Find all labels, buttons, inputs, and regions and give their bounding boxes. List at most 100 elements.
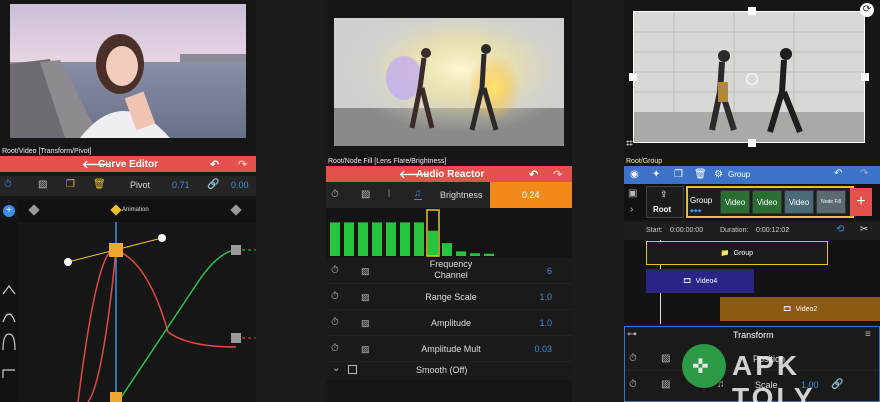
undo-icon[interactable]: ↶ [834, 168, 842, 179]
keyframe-marker-active[interactable] [110, 204, 122, 216]
add-node-button[interactable]: + [850, 188, 872, 216]
crop-icon[interactable]: ⌗ [626, 136, 633, 151]
resize-handle[interactable] [748, 139, 756, 147]
brightness-value: 0.24 [522, 190, 540, 200]
graph-icon[interactable]: ▨ [661, 379, 670, 390]
menu-icon[interactable]: ≡ [865, 329, 871, 340]
ease-in-out-icon[interactable] [2, 333, 16, 351]
thumbnail-label: Node Fill [821, 199, 841, 205]
group-tab-label[interactable]: Group [728, 170, 750, 179]
ease-in-icon[interactable] [2, 285, 16, 295]
music-note-icon[interactable]: ♫ [414, 188, 422, 200]
node-thumbnail[interactable]: Video [752, 190, 782, 214]
stopwatch-icon[interactable]: ⏱ [331, 189, 339, 200]
stopwatch-icon[interactable]: ⏱ [4, 179, 12, 190]
pivot-x-value[interactable]: 0.71 [172, 180, 190, 190]
node-graph-icon[interactable]: ⊶ [627, 329, 637, 340]
settings-icon[interactable]: ⚙ [714, 169, 723, 180]
graph-icon[interactable]: ▨ [38, 179, 47, 190]
brightness-label: Brightness [440, 190, 483, 200]
graph-icon[interactable]: ▨ [361, 344, 370, 355]
redo-icon[interactable]: ↷ [238, 158, 247, 171]
param-value[interactable]: 1.0 [512, 292, 552, 302]
copy-icon[interactable]: ❐ [66, 179, 75, 190]
resize-handle[interactable] [861, 73, 869, 81]
watermark-logo: ✜ [682, 344, 726, 388]
next-icon[interactable]: › [630, 204, 633, 215]
tangent-handle[interactable] [64, 258, 72, 266]
param-row: ⏱ ▨ Amplitude 1.0 [326, 310, 572, 336]
stopwatch-icon[interactable]: ⏱ [629, 379, 637, 390]
rotate-icon[interactable]: ⟳ [860, 3, 874, 17]
stopwatch-icon[interactable]: ⏱ [331, 343, 339, 354]
graph-icon[interactable]: ▨ [361, 318, 370, 329]
param-value[interactable]: 6 [512, 266, 552, 276]
watermark-text: APK TOLY [732, 350, 816, 402]
node-path-label: Root/Node Fill [Lens Flare/Brightness] [328, 158, 447, 165]
group-node[interactable]: Group ◆◆◆ Video Video Video Node Fill [686, 186, 854, 218]
duration-value[interactable]: 0:00:12:02 [756, 227, 789, 234]
start-value[interactable]: 0:00:00:00 [670, 227, 703, 234]
wand-icon[interactable]: ✦ [652, 169, 660, 180]
clip-label: Video4 [695, 277, 718, 285]
link-icon[interactable]: 🔗 [207, 179, 219, 190]
undo-icon[interactable]: ↶ [210, 158, 219, 171]
add-icon[interactable]: + [3, 205, 15, 217]
resize-handle[interactable] [748, 7, 756, 15]
node-thumbnail[interactable]: Video [784, 190, 814, 214]
brightness-row: ⏱ ▨ ⦚ ♫ Brightness 0.24 [326, 182, 572, 208]
resize-handle[interactable] [629, 73, 637, 81]
param-value[interactable]: 1.0 [512, 318, 552, 328]
eye-icon[interactable]: ◉ [630, 169, 639, 180]
thumbnail-label: Video [724, 197, 746, 207]
node-thumbnail[interactable]: Node Fill [816, 190, 846, 214]
clip-group[interactable]: 📁 Group [646, 241, 828, 265]
graph-icon[interactable]: ▨ [361, 266, 370, 277]
curve-point[interactable] [231, 333, 241, 343]
stopwatch-icon[interactable]: ⏱ [629, 353, 637, 364]
curve-graph[interactable] [18, 222, 256, 402]
clip-video2[interactable]: 🎞 Video2 [720, 297, 880, 321]
node-thumbnail[interactable]: Video [720, 190, 750, 214]
timeline-toolbar: ◉ ✦ ❐ 🗑 ⚙ Group ↶ ↷ [624, 166, 880, 184]
param-label: Range Scale [425, 292, 477, 302]
redo-icon[interactable]: ↷ [553, 168, 562, 181]
stopwatch-icon[interactable]: ⏱ [331, 317, 339, 328]
timeline-track-area[interactable]: 📁 Group 🎞 Video4 🎞 Video2 [624, 240, 880, 324]
stopwatch-icon[interactable]: ⏱ [331, 291, 339, 302]
step-icon[interactable] [2, 369, 15, 378]
stopwatch-icon[interactable]: ⏱ [331, 265, 339, 276]
graph-icon[interactable]: ▨ [661, 353, 670, 364]
redo-icon[interactable]: ↷ [860, 168, 868, 179]
scissors-icon[interactable]: ✂ [860, 224, 868, 235]
copy-icon[interactable]: ❐ [674, 169, 683, 180]
import-icon[interactable]: ▣ [628, 188, 637, 199]
spectrum-bar [330, 222, 340, 256]
undo-icon[interactable]: ↶ [529, 168, 538, 181]
keyframe-marker[interactable] [230, 204, 242, 216]
param-value[interactable]: 0.03 [512, 344, 552, 354]
audio-reactor-titlebar: 🡐 Audio Reactor ↶ ↷ [326, 166, 572, 182]
delete-icon[interactable]: 🗑 [694, 169, 707, 180]
audio-wave-icon[interactable]: ⦚ [388, 189, 390, 200]
root-node[interactable]: ⇪ Root [646, 186, 684, 218]
loop-icon[interactable]: ⟲ [836, 224, 844, 235]
curve-point[interactable] [110, 392, 122, 402]
keyframe-marker[interactable] [28, 204, 40, 216]
tangent-handle[interactable] [158, 234, 166, 242]
preview-image-woman [10, 4, 246, 138]
clip-video4[interactable]: 🎞 Video4 [646, 269, 754, 293]
frequency-spectrum[interactable] [326, 208, 572, 258]
ease-out-icon[interactable] [2, 313, 16, 323]
graph-icon[interactable]: ▨ [361, 189, 370, 200]
graph-icon[interactable]: ▨ [361, 292, 370, 303]
chevron-down-icon[interactable]: ⌄ [332, 363, 340, 374]
pivot-y-value[interactable]: 0.00 [231, 180, 249, 190]
smooth-checkbox[interactable] [348, 365, 357, 374]
param-label: Amplitude [430, 318, 472, 328]
curve-point[interactable] [231, 245, 241, 255]
brightness-value-box[interactable]: 0.24 [490, 182, 572, 208]
curve-point-active[interactable] [109, 243, 123, 257]
curve-editor-panel: Root/Video [Transform/Pivot] 🡐 Curve Edi… [0, 0, 256, 402]
delete-icon[interactable]: 🗑 [93, 179, 106, 190]
